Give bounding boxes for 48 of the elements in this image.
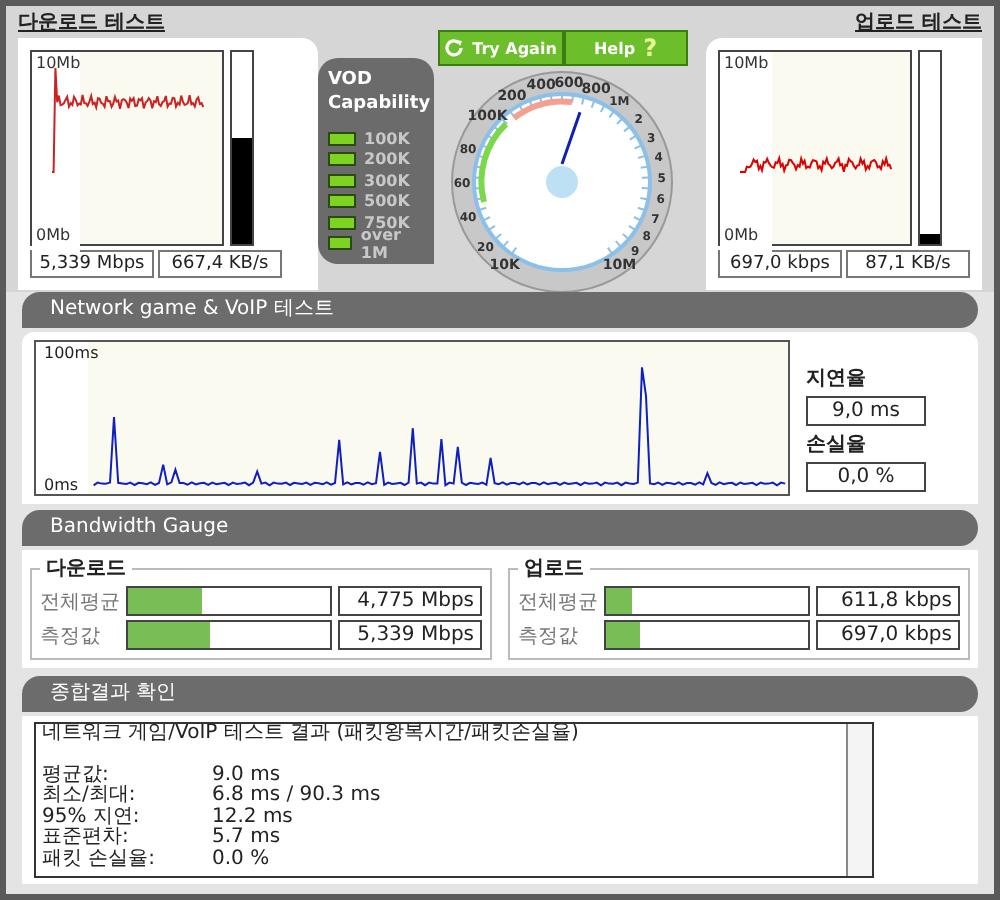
help-button[interactable]: Help ? — [563, 30, 688, 66]
loss-label: 손실율 — [806, 432, 868, 458]
axis-label: 0Mb — [36, 226, 71, 244]
section-title: 업로드 테스트 — [855, 10, 982, 38]
section-header: Bandwidth Gauge — [22, 510, 978, 546]
speed-reading: 5,339 Mbps — [30, 250, 154, 278]
latency-label: 지연율 — [806, 366, 868, 392]
gauge-value: 5,339 Mbps — [338, 620, 482, 650]
axis-label: 0ms — [44, 476, 79, 494]
result-label: 최소/최대: — [42, 786, 138, 807]
try-again-button[interactable]: Try Again — [438, 30, 563, 66]
gauge-label: 전체평균 — [518, 589, 598, 615]
section-header: Network game & VoIP 테스트 — [22, 292, 978, 328]
gauge-value: 611,8 kbps — [816, 586, 960, 616]
vod-level: 100K — [364, 129, 410, 148]
vod-level: 500K — [364, 192, 410, 211]
gauge-label: 측정값 — [518, 623, 580, 649]
help-icon: ? — [643, 34, 658, 62]
speed-reading: 667,4 KB/s — [158, 250, 282, 278]
gauge-value: 4,775 Mbps — [338, 586, 482, 616]
group-title: 다운로드 — [44, 556, 128, 582]
axis-label: 0Mb — [724, 226, 759, 244]
vod-level: 300K — [364, 171, 410, 190]
axis-label: 10Mb — [724, 54, 769, 72]
speed-reading: 87,1 KB/s — [846, 250, 970, 278]
result-value: 0.0 % — [212, 849, 270, 870]
axis-label: 10Mb — [36, 54, 81, 72]
gauge-label: 측정값 — [40, 623, 102, 649]
result-label: 패킷 손실율: — [42, 849, 158, 870]
result-value: 9.0 ms — [212, 765, 281, 785]
gauge-value: 697,0 kbps — [816, 620, 960, 650]
result-value: 12.2 ms — [212, 807, 293, 827]
scrollbar[interactable] — [846, 724, 872, 876]
result-value: 6.8 ms / 90.3 ms — [212, 786, 381, 807]
vod-level: 200K — [364, 150, 410, 169]
result-label: 표준편차: — [42, 828, 131, 849]
section-header: 종합결과 확인 — [22, 676, 978, 712]
result-label: 평균값: — [42, 765, 111, 785]
result-value: 5.7 ms — [212, 828, 281, 849]
loss-value: 0,0 % — [806, 462, 926, 492]
refresh-icon — [444, 38, 465, 58]
speed-reading: 697,0 kbps — [718, 250, 842, 278]
axis-label: 100ms — [44, 344, 99, 362]
latency-value: 9,0 ms — [806, 396, 926, 426]
section-title: 다운로드 테스트 — [18, 10, 167, 38]
group-title: 업로드 — [522, 556, 586, 582]
result-label: 95% 지연: — [42, 807, 142, 827]
gauge-label: 전체평균 — [40, 589, 120, 615]
